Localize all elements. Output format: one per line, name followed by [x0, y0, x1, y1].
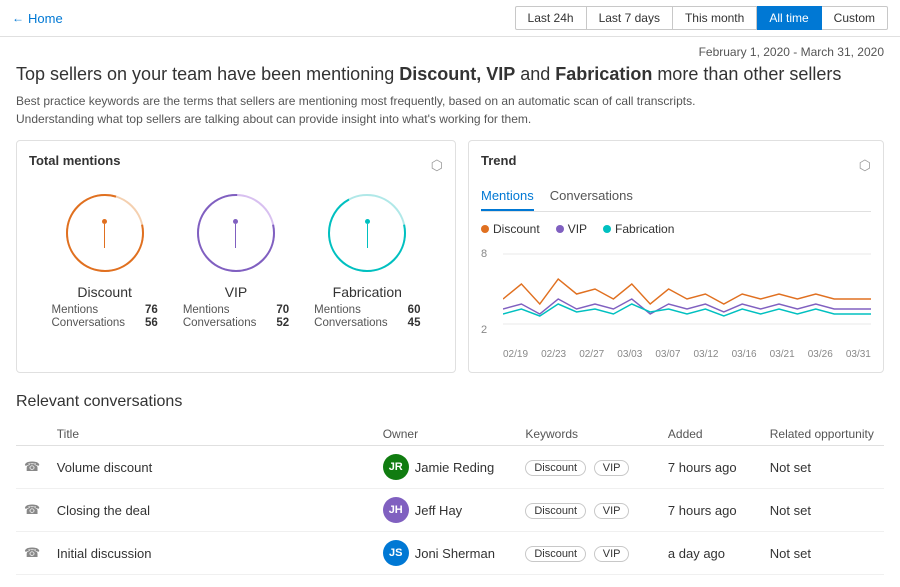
y-label-8: 8	[481, 248, 487, 260]
row1-phone-icon: ☎	[16, 446, 49, 489]
export-icon-right[interactable]: ⬡	[859, 157, 871, 174]
filter-last7days[interactable]: Last 7 days	[587, 6, 673, 30]
circles-row: Discount Mentions 76 Conversations 56	[29, 188, 443, 329]
row2-added: 7 hours ago	[660, 489, 762, 532]
filter-alltime[interactable]: All time	[757, 6, 821, 30]
x-labels: 02/19 02/23 02/27 03/03 03/07 03/12 03/1…	[503, 347, 871, 360]
subtitle: Best practice keywords are the terms tha…	[16, 92, 884, 128]
legend-dot-vip	[556, 225, 564, 233]
col-header-added: Added	[660, 423, 762, 446]
trend-legend: Discount VIP Fabrication	[481, 222, 871, 236]
conversations-section: Relevant conversations Title Owner Keywo…	[16, 393, 884, 575]
legend-fabrication: Fabrication	[603, 222, 674, 236]
row2-phone-icon: ☎	[16, 489, 49, 532]
title-prefix: Top sellers on your team have been menti…	[16, 64, 399, 84]
conversations-title: Relevant conversations	[16, 393, 884, 411]
main-content: February 1, 2020 - March 31, 2020 Top se…	[0, 37, 900, 587]
legend-label-fabrication: Fabrication	[615, 222, 674, 236]
row1-title: Volume discount	[49, 446, 375, 489]
row3-title: Initial discussion	[49, 532, 375, 575]
circle-fabrication-stats: Mentions 60 Conversations 45	[314, 304, 420, 329]
col-header-owner: Owner	[375, 423, 518, 446]
row1-related: Not set	[762, 446, 884, 489]
table-row[interactable]: ☎ Closing the deal JH Jeff Hay Discount …	[16, 489, 884, 532]
table-row[interactable]: ☎ Volume discount JR Jamie Reding Discou…	[16, 446, 884, 489]
row1-avatar: JR	[383, 454, 409, 480]
date-range: February 1, 2020 - March 31, 2020	[16, 45, 884, 59]
col-header-related: Related opportunity	[762, 423, 884, 446]
keyword-tag: Discount	[525, 546, 586, 562]
keyword-tag: Discount	[525, 503, 586, 519]
row3-avatar: JS	[383, 540, 409, 566]
circle-discount-visual	[60, 188, 150, 278]
export-icon-left[interactable]: ⬡	[431, 157, 443, 174]
row1-keywords: Discount VIP	[517, 446, 660, 489]
time-filters: Last 24h Last 7 days This month All time…	[515, 6, 888, 30]
back-arrow-icon: ←	[12, 11, 24, 25]
row3-added: a day ago	[660, 532, 762, 575]
total-mentions-panel: Total mentions ⬡	[16, 140, 456, 373]
panel-right-header: Trend ⬡	[481, 153, 871, 178]
keyword-tag: Discount	[525, 460, 586, 476]
breadcrumb[interactable]: ← Home	[12, 11, 63, 26]
keyword-tag: VIP	[594, 460, 630, 476]
circle-fabrication: Fabrication Mentions 60 Conversations 45	[314, 188, 420, 329]
row2-keywords: Discount VIP	[517, 489, 660, 532]
panel-left-header: Total mentions ⬡	[29, 153, 443, 178]
filter-last24h[interactable]: Last 24h	[515, 6, 587, 30]
panel-left-title: Total mentions	[29, 153, 120, 168]
home-link[interactable]: Home	[28, 11, 63, 26]
trend-panel: Trend ⬡ Mentions Conversations Discount …	[468, 140, 884, 373]
title-keyword2: Fabrication	[555, 64, 652, 84]
circle-vip: VIP Mentions 70 Conversations 52	[183, 188, 289, 329]
circle-vip-visual	[191, 188, 281, 278]
y-label-2: 2	[481, 324, 487, 336]
row3-phone-icon: ☎	[16, 532, 49, 575]
conversations-table: Title Owner Keywords Added Related oppor…	[16, 423, 884, 575]
tab-conversations[interactable]: Conversations	[550, 188, 633, 211]
table-row[interactable]: ☎ Initial discussion JS Joni Sherman Dis…	[16, 532, 884, 575]
circle-vip-svg	[191, 188, 281, 278]
col-header-keywords: Keywords	[517, 423, 660, 446]
col-header-title: Title	[49, 423, 375, 446]
circle-discount-name: Discount	[77, 284, 131, 300]
legend-label-discount: Discount	[493, 222, 540, 236]
circle-fabrication-name: Fabrication	[333, 284, 402, 300]
trend-tabs: Mentions Conversations	[481, 188, 871, 212]
row2-avatar: JH	[383, 497, 409, 523]
trend-chart	[503, 244, 871, 344]
filter-thismonth[interactable]: This month	[673, 6, 757, 30]
circle-discount: Discount Mentions 76 Conversations 56	[52, 188, 158, 329]
circle-fabrication-visual	[322, 188, 412, 278]
legend-discount: Discount	[481, 222, 540, 236]
legend-dot-discount	[481, 225, 489, 233]
circle-fabrication-svg	[322, 188, 412, 278]
tab-mentions[interactable]: Mentions	[481, 188, 534, 211]
keyword-tag: VIP	[594, 546, 630, 562]
panels-container: Total mentions ⬡	[16, 140, 884, 373]
top-nav: ← Home Last 24h Last 7 days This month A…	[0, 0, 900, 37]
page-title: Top sellers on your team have been menti…	[16, 63, 884, 86]
circle-vip-stats: Mentions 70 Conversations 52	[183, 304, 289, 329]
row1-owner: JR Jamie Reding	[375, 446, 518, 489]
panel-right-title: Trend	[481, 153, 516, 168]
row2-title: Closing the deal	[49, 489, 375, 532]
col-header-phone	[16, 423, 49, 446]
row3-related: Not set	[762, 532, 884, 575]
row3-owner: JS Joni Sherman	[375, 532, 518, 575]
circle-vip-name: VIP	[225, 284, 248, 300]
row1-added: 7 hours ago	[660, 446, 762, 489]
keyword-tag: VIP	[594, 503, 630, 519]
row2-owner: JH Jeff Hay	[375, 489, 518, 532]
legend-label-vip: VIP	[568, 222, 587, 236]
table-header-row: Title Owner Keywords Added Related oppor…	[16, 423, 884, 446]
row2-related: Not set	[762, 489, 884, 532]
row3-keywords: Discount VIP	[517, 532, 660, 575]
filter-custom[interactable]: Custom	[822, 6, 888, 30]
legend-vip: VIP	[556, 222, 587, 236]
title-keywords: Discount, VIP	[399, 64, 515, 84]
legend-dot-fabrication	[603, 225, 611, 233]
circle-discount-svg	[60, 188, 150, 278]
circle-discount-stats: Mentions 76 Conversations 56	[52, 304, 158, 329]
